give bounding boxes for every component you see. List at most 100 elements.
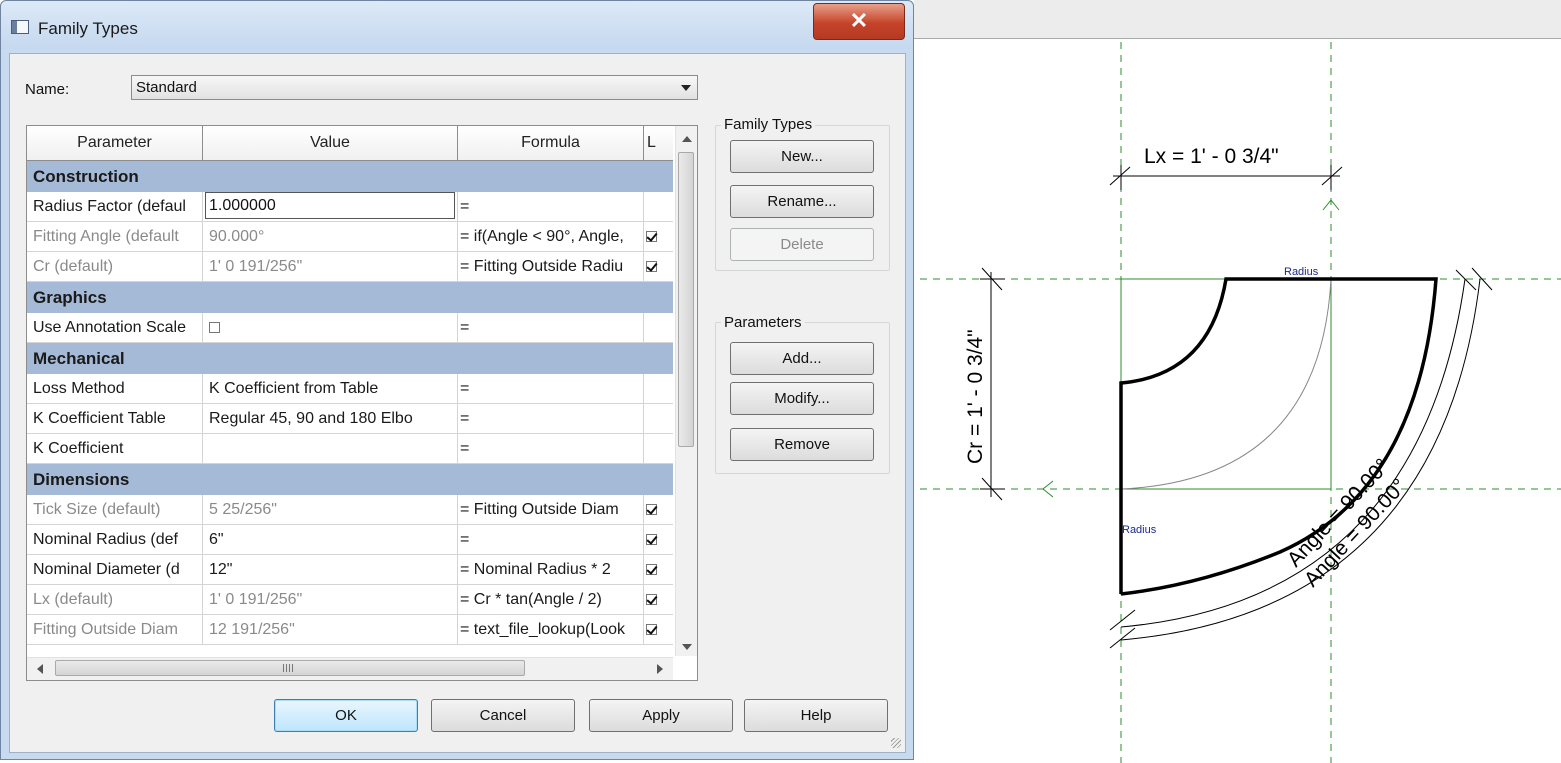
parameter-name[interactable]: Fitting Angle (default [27, 222, 203, 251]
parameter-name[interactable]: K Coefficient [27, 434, 203, 463]
modify-parameter-button[interactable]: Modify... [730, 382, 874, 415]
parameter-name[interactable]: Lx (default) [27, 585, 203, 614]
parameter-value[interactable] [203, 434, 458, 463]
table-row[interactable]: Cr (default) 1' 0 191/256" = Fitting Outsi… [27, 252, 673, 282]
lock-cell[interactable] [644, 615, 673, 644]
table-row[interactable]: K Coefficient = [27, 434, 673, 464]
lock-cell[interactable] [644, 192, 673, 221]
add-parameter-button[interactable]: Add... [730, 342, 874, 375]
lock-checkbox[interactable] [646, 261, 657, 273]
rename-type-button[interactable]: Rename... [730, 185, 874, 218]
parameter-name[interactable]: Nominal Radius (def [27, 525, 203, 554]
parameter-formula[interactable]: = Cr * tan(Angle / 2) [458, 585, 644, 614]
parameter-name[interactable]: Use Annotation Scale [27, 313, 203, 342]
dialog-title: Family Types [38, 19, 138, 38]
parameter-formula[interactable]: = [458, 374, 644, 403]
parameter-formula[interactable]: = if(Angle < 90°, Angle, [458, 222, 644, 251]
column-header-parameter[interactable]: Parameter [27, 126, 203, 160]
parameter-value[interactable]: Regular 45, 90 and 180 Elbo [203, 404, 458, 433]
table-row[interactable]: Nominal Radius (def 6" = [27, 525, 673, 555]
parameter-value[interactable]: 12 191/256" [203, 615, 458, 644]
horizontal-scroll-thumb[interactable] [55, 660, 525, 676]
parameter-value[interactable]: 6" [203, 525, 458, 554]
parameter-formula[interactable]: = [458, 192, 644, 221]
parameter-formula[interactable]: = text_file_lookup(Look [458, 615, 644, 644]
table-row[interactable]: Tick Size (default) 5 25/256" = Fitting Ou… [27, 495, 673, 525]
parameter-formula[interactable]: = Nominal Radius * 2 [458, 555, 644, 584]
lock-cell[interactable] [644, 555, 673, 584]
remove-parameter-button[interactable]: Remove [730, 428, 874, 461]
value-checkbox[interactable] [209, 322, 220, 334]
parameter-value[interactable]: 12" [203, 555, 458, 584]
lock-cell[interactable] [644, 525, 673, 554]
scroll-down-icon[interactable] [682, 644, 692, 650]
table-row[interactable]: Fitting Angle (default 90.000° = if(Angle … [27, 222, 673, 252]
parameter-name[interactable]: Loss Method [27, 374, 203, 403]
scroll-left-icon[interactable] [37, 664, 43, 674]
parameter-formula[interactable]: = Fitting Outside Diam [458, 495, 644, 524]
cancel-button[interactable]: Cancel [431, 699, 575, 732]
parameter-value[interactable] [203, 313, 458, 342]
lock-checkbox[interactable] [646, 534, 657, 546]
dialog-titlebar[interactable]: Family Types ✕ [1, 1, 913, 49]
apply-button[interactable]: Apply [589, 699, 733, 732]
table-row[interactable]: Loss Method K Coefficient from Table = [27, 374, 673, 404]
parameter-name[interactable]: Tick Size (default) [27, 495, 203, 524]
lock-cell[interactable] [644, 434, 673, 463]
parameter-value[interactable]: 1.000000 [203, 192, 458, 221]
value-edit-field[interactable]: 1.000000 [205, 192, 455, 219]
lock-checkbox[interactable] [646, 504, 657, 516]
lock-checkbox[interactable] [646, 624, 657, 636]
column-header-value[interactable]: Value [203, 126, 458, 160]
vertical-scroll-thumb[interactable] [678, 152, 694, 447]
table-row[interactable]: Nominal Diameter (d 12" = Nominal Radius *… [27, 555, 673, 585]
close-button[interactable]: ✕ [813, 3, 905, 40]
lock-cell[interactable] [644, 222, 673, 251]
parameter-formula[interactable]: = [458, 313, 644, 342]
column-header-lock[interactable]: L [644, 126, 673, 160]
scroll-up-icon[interactable] [682, 136, 692, 142]
lock-cell[interactable] [644, 404, 673, 433]
group-header-mechanical[interactable]: Mechanical [27, 343, 673, 374]
table-row[interactable]: K Coefficient Table Regular 45, 90 and 18… [27, 404, 673, 434]
parameter-formula[interactable]: = [458, 404, 644, 433]
new-type-button[interactable]: New... [730, 140, 874, 173]
group-header-dimensions[interactable]: Dimensions [27, 464, 673, 495]
group-header-graphics[interactable]: Graphics [27, 282, 673, 313]
resize-grip-icon[interactable] [891, 738, 901, 748]
lock-cell[interactable] [644, 374, 673, 403]
table-row[interactable]: Radius Factor (defaul 1.000000 = [27, 192, 673, 222]
parameter-name[interactable]: Radius Factor (defaul [27, 192, 203, 221]
parameter-name[interactable]: Cr (default) [27, 252, 203, 281]
delete-type-button[interactable]: Delete [730, 228, 874, 261]
parameter-name[interactable]: K Coefficient Table [27, 404, 203, 433]
help-button[interactable]: Help [744, 699, 888, 732]
parameter-formula[interactable]: = Fitting Outside Radiu [458, 252, 644, 281]
lock-cell[interactable] [644, 252, 673, 281]
parameter-name[interactable]: Fitting Outside Diam [27, 615, 203, 644]
lock-checkbox[interactable] [646, 564, 657, 576]
lock-cell[interactable] [644, 495, 673, 524]
table-row[interactable]: Fitting Outside Diam 12 191/256" = text_fi… [27, 615, 673, 645]
parameter-formula[interactable]: = [458, 434, 644, 463]
table-row[interactable]: Lx (default) 1' 0 191/256" = Cr * tan(Angl… [27, 585, 673, 615]
column-header-formula[interactable]: Formula [458, 126, 644, 160]
parameter-value[interactable]: 1' 0 191/256" [203, 252, 458, 281]
lock-cell[interactable] [644, 313, 673, 342]
parameter-value[interactable]: 5 25/256" [203, 495, 458, 524]
group-header-construction[interactable]: Construction [27, 161, 673, 192]
scroll-right-icon[interactable] [657, 664, 663, 674]
lock-checkbox[interactable] [646, 594, 657, 606]
vertical-scrollbar[interactable] [675, 126, 697, 656]
horizontal-scrollbar[interactable] [27, 657, 673, 680]
ok-button[interactable]: OK [274, 699, 418, 732]
parameter-value[interactable]: 1' 0 191/256" [203, 585, 458, 614]
parameter-value[interactable]: 90.000° [203, 222, 458, 251]
name-dropdown[interactable]: Standard [131, 75, 698, 100]
lock-cell[interactable] [644, 585, 673, 614]
parameter-name[interactable]: Nominal Diameter (d [27, 555, 203, 584]
lock-checkbox[interactable] [646, 231, 657, 243]
table-row[interactable]: Use Annotation Scale = [27, 313, 673, 343]
parameter-formula[interactable]: = [458, 525, 644, 554]
parameter-value[interactable]: K Coefficient from Table [203, 374, 458, 403]
